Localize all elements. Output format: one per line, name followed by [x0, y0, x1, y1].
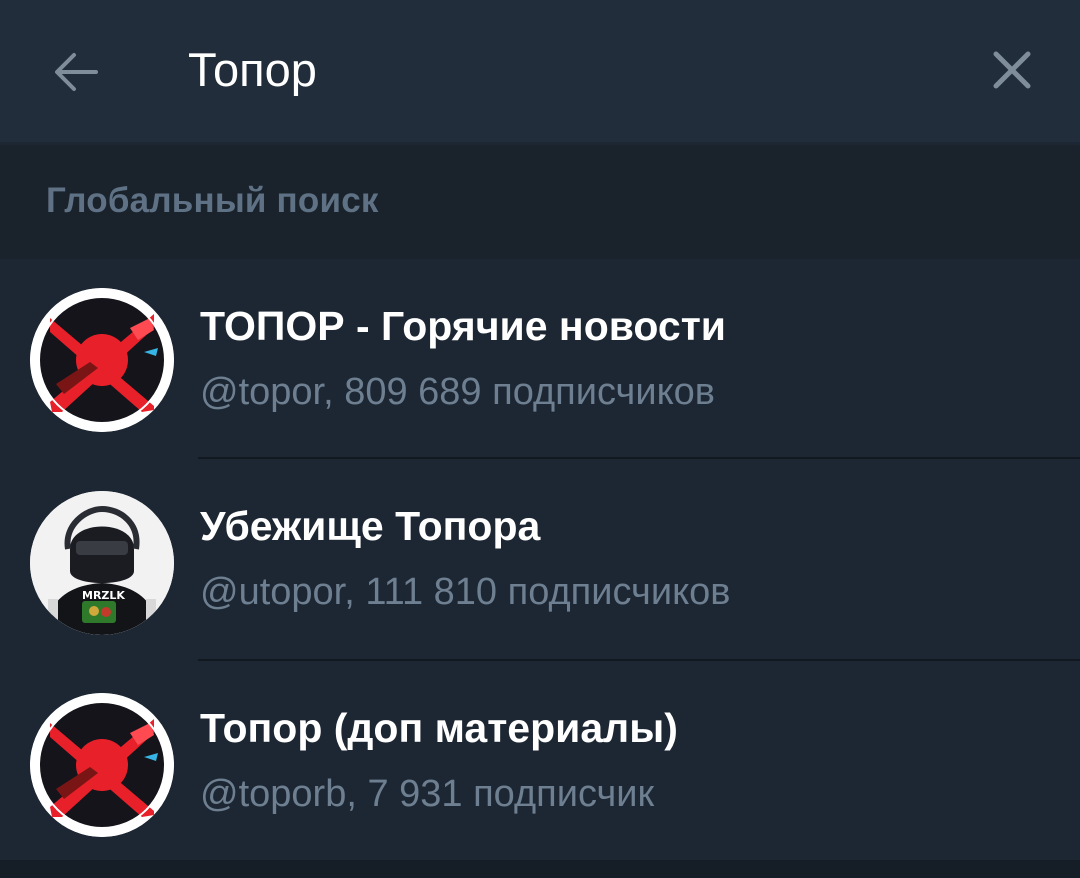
search-result-row[interactable]: MRZLK Убежище Топора @utopor, 111 810 по…: [0, 459, 1080, 661]
result-subtitle: @utopor, 111 810 подписчиков: [200, 571, 731, 613]
topor-logo-icon: [30, 693, 174, 837]
result-title: Топор (доп материалы): [200, 705, 678, 751]
clear-search-button[interactable]: [976, 34, 1048, 106]
list-bottom-edge: [0, 860, 1080, 878]
avatar-shirt-text: MRZLK: [82, 589, 125, 602]
close-icon: [993, 51, 1031, 89]
topor-logo-icon: [30, 288, 174, 432]
search-result-row[interactable]: Топор (доп материалы) @toporb, 7 931 под…: [0, 661, 1080, 861]
person-photo-icon: MRZLK: [30, 491, 174, 635]
avatar: [30, 693, 174, 837]
result-title: Убежище Топора: [200, 503, 541, 549]
result-subtitle: @topor, 809 689 подписчиков: [200, 371, 715, 413]
section-title: Глобальный поиск: [46, 181, 379, 220]
top-bar: Топор: [0, 0, 1080, 142]
search-result-row[interactable]: ТОПОР - Горячие новости @topor, 809 689 …: [0, 259, 1080, 459]
search-input[interactable]: Топор: [188, 38, 317, 102]
search-results-list: ТОПОР - Горячие новости @topor, 809 689 …: [0, 259, 1080, 860]
avatar: MRZLK: [30, 491, 174, 635]
section-header: Глобальный поиск: [0, 145, 1080, 259]
result-title: ТОПОР - Горячие новости: [200, 303, 726, 349]
back-button[interactable]: [40, 36, 112, 108]
arrow-left-icon: [55, 53, 98, 91]
avatar: [30, 288, 174, 432]
result-subtitle: @toporb, 7 931 подписчик: [200, 773, 655, 815]
